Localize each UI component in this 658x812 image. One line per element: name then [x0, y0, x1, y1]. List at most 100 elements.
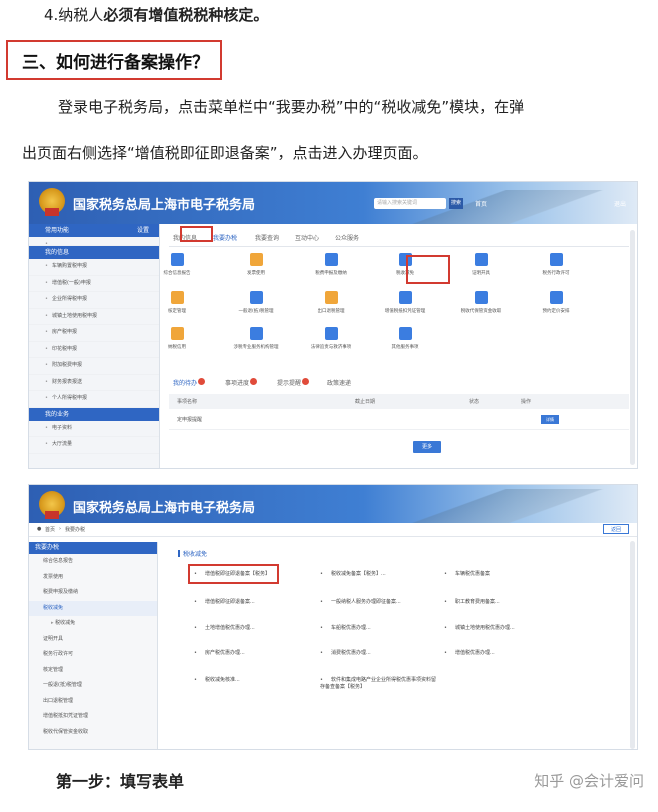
service-tile[interactable]: 综合信息报告 [148, 253, 206, 285]
breadcrumb-home[interactable]: 首页 [45, 526, 55, 533]
service-icon [398, 327, 412, 340]
service-icon [249, 327, 263, 340]
sidebar-item[interactable]: 证明开具 [29, 632, 157, 648]
sidebar-head-common[interactable]: 常用功能 设置 [29, 224, 159, 237]
sidebar: 我要办税 综合信息报告 发票使用 税费申报及缴纳 税收减免 税收减免 证明开具 … [29, 542, 158, 749]
tab-reminders[interactable]: 提示提醒 [277, 378, 310, 387]
service-tile[interactable]: 预约定价安排 [527, 291, 585, 323]
service-icon [170, 327, 184, 340]
sidebar-item[interactable]: 增值税抵扣凭证管理 [29, 709, 157, 725]
service-icon [324, 291, 338, 304]
relief-link[interactable]: 增值税即征即退备案【税务】 [194, 570, 270, 577]
sidebar-head-info[interactable]: 我的信息 [29, 246, 159, 259]
tab-my-todo[interactable]: 我的待办 [173, 378, 206, 387]
screenshot-tax-portal-home: 国家税务总局上海市电子税务局 请输入搜索关键词 搜索 首页 退出 常用功能 设置 … [28, 181, 638, 469]
tab-query[interactable]: 我要查询 [255, 233, 279, 242]
sidebar-item[interactable]: 一般退(抵)税管理 [29, 678, 157, 694]
service-tile[interactable]: 税务行政许可 [527, 253, 585, 285]
relief-link[interactable]: 房产税优惠办理... [194, 649, 245, 656]
sidebar-item[interactable]: 城镇土地使用税申报 [29, 309, 159, 325]
service-label: 税务行政许可 [542, 271, 570, 276]
service-label: 涉税专业服务机构管理 [233, 345, 279, 350]
relief-link[interactable]: 一般纳税人服务办理即征备案... [320, 598, 401, 605]
relief-link[interactable]: 消费税优惠办理... [320, 649, 371, 656]
sidebar-item[interactable]: 财务报表报送 [29, 375, 159, 391]
service-tile[interactable]: 涉税专业服务机构管理 [227, 327, 285, 359]
article-paragraph-line2: 出页面右侧选择“增值税即征即退备案”，点击进入办理页面。 [22, 144, 428, 162]
service-tile[interactable]: 出口退税管理 [302, 291, 360, 323]
sidebar-item[interactable]: 核定管理 [29, 663, 157, 679]
detail-button[interactable]: 详情 [541, 415, 559, 424]
portal-banner: 国家税务总局上海市电子税务局 请输入搜索关键词 搜索 首页 退出 [29, 182, 637, 224]
back-button[interactable]: 返回 [603, 524, 629, 534]
scrollbar[interactable] [630, 541, 635, 749]
sidebar-item[interactable]: 大厅流量 [29, 437, 159, 454]
sidebar-head[interactable]: 我要办税 [29, 542, 157, 554]
header-link-home[interactable]: 首页 [475, 199, 487, 208]
sidebar-item[interactable]: 发票使用 [29, 570, 157, 586]
sidebar-item[interactable]: 车辆购置税申报 [29, 259, 159, 276]
service-tile[interactable]: 增值税抵扣凭证管理 [376, 291, 434, 323]
service-label: 出口退税管理 [317, 309, 345, 314]
sidebar-item[interactable]: 增值税(一般)申报 [29, 276, 159, 292]
sidebar-item[interactable]: 税务行政许可 [29, 647, 157, 663]
sidebar-item[interactable]: 个人所得税申报 [29, 391, 159, 408]
sidebar-item[interactable]: 出口退税管理 [29, 694, 157, 710]
article-line-requirement: 4.纳税人必须有增值税税种核定。 [44, 6, 269, 24]
sidebar-item[interactable]: 附加税费申报 [29, 358, 159, 375]
service-label: 纳税信用 [168, 345, 186, 350]
relief-link[interactable]: 车船税优惠办理... [320, 624, 371, 631]
sidebar-item[interactable]: 综合信息报告 [29, 554, 157, 570]
sidebar-item[interactable]: 房产税申报 [29, 325, 159, 342]
relief-link[interactable]: 车辆税优惠备案 [444, 570, 490, 577]
service-tile[interactable]: 纳税信用 [148, 327, 206, 359]
sidebar-head-business[interactable]: 我的业务 [29, 407, 159, 421]
service-icon [549, 253, 563, 266]
service-label: 法律追责与救济事项 [310, 345, 352, 350]
relief-link[interactable]: 税收减免核准... [194, 676, 240, 683]
sidebar-item[interactable]: 税收代保管资金收取 [29, 725, 157, 741]
service-label: 预约定价安排 [542, 309, 570, 314]
relief-link[interactable]: 税收减免备案【税务】... [320, 570, 386, 577]
sidebar-item[interactable]: 印花税申报 [29, 342, 159, 358]
watermark: 知乎 @会计爱问 [534, 772, 644, 790]
relief-link[interactable]: 软件和集成电路产业企业所得税优惠事项资料留存备查备案【税务】 [320, 676, 440, 690]
tab-interact[interactable]: 互动中心 [295, 233, 319, 242]
sidebar-item[interactable]: 电子资料 [29, 421, 159, 437]
search-button[interactable]: 搜索 [449, 198, 463, 209]
tab-do-tax[interactable]: 我要办税 [213, 233, 237, 242]
tab-highlight-box [180, 226, 213, 242]
sidebar-item[interactable]: 税费申报及缴纳 [29, 585, 157, 601]
sidebar: 常用功能设置 我的信息 车辆购置税申报 增值税(一般)申报 企业所得税申报 城镇… [29, 224, 160, 468]
sidebar-subitem-tax-relief[interactable]: 税收减免 [29, 616, 157, 632]
service-tile[interactable]: 证明开具 [452, 253, 510, 285]
relief-link[interactable]: 增值税优惠办理... [444, 649, 495, 656]
service-icon [398, 291, 412, 304]
portal-title: 国家税务总局上海市电子税务局 [73, 501, 256, 516]
tab-public[interactable]: 公众服务 [335, 233, 359, 242]
service-tile[interactable]: 税收代保管资金收取 [452, 291, 510, 323]
tab-progress[interactable]: 事项进度 [225, 378, 258, 387]
service-tile[interactable]: 一般退(抵)税管理 [227, 291, 285, 323]
service-tile[interactable]: 税费申报及缴纳 [302, 253, 360, 285]
count-badge [198, 378, 206, 385]
service-tile[interactable]: 核定管理 [148, 291, 206, 323]
scrollbar[interactable] [630, 230, 635, 465]
header-link-logout[interactable]: 退出 [614, 199, 626, 208]
breadcrumb-current: 我要办税 [65, 527, 86, 533]
tab-policy[interactable]: 政策速递 [327, 378, 351, 387]
relief-link[interactable]: 职工教育费用备案... [444, 598, 500, 605]
service-tile[interactable]: 法律追责与救济事项 [302, 327, 360, 359]
relief-link[interactable]: 城镇土地使用税优惠办理... [444, 624, 515, 631]
relief-link[interactable]: 土地增值税优惠办理... [194, 624, 255, 631]
sidebar-item[interactable]: 企业所得税申报 [29, 292, 159, 309]
service-tile[interactable]: 其他服务事项 [376, 327, 434, 359]
great-wall-graphic [407, 489, 637, 523]
portal-banner: 国家税务总局上海市电子税务局 [29, 485, 637, 523]
step-title: 第一步：填写表单 [56, 772, 185, 791]
sidebar-item-tax-relief[interactable]: 税收减免 [29, 600, 157, 616]
service-tile[interactable]: 发票使用 [227, 253, 285, 285]
relief-link[interactable]: 增值税即征即退备案... [194, 598, 255, 605]
search-input[interactable]: 请输入搜索关键词 [374, 198, 446, 209]
more-button[interactable]: 更多 [413, 441, 441, 453]
